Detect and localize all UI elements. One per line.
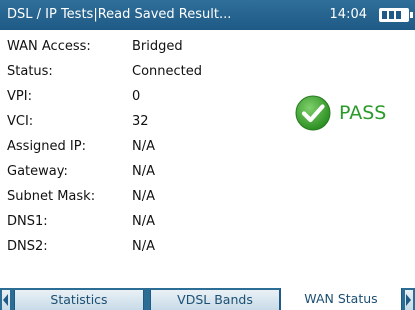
tab-statistics[interactable]: Statistics [14, 290, 144, 310]
field-label: DNS2: [7, 239, 48, 254]
result-text: PASS [339, 102, 387, 124]
field-label: Gateway: [7, 164, 68, 179]
field-value: Connected [132, 64, 203, 79]
tab-wan-status[interactable]: WAN Status [280, 288, 402, 310]
field-label: WAN Access: [7, 39, 91, 54]
field-label: Status: [7, 64, 53, 79]
check-circle-icon [295, 95, 331, 131]
scroll-right-arrow-icon[interactable] [405, 290, 413, 310]
pass-indicator: PASS [295, 93, 410, 133]
tab-vdsl-bands[interactable]: VDSL Bands [150, 290, 280, 310]
field-value: N/A [132, 214, 155, 229]
field-label: VCI: [7, 114, 34, 129]
field-label: Subnet Mask: [7, 189, 96, 204]
window-title: DSL / IP Tests|Read Saved Result... [7, 7, 232, 22]
field-value: N/A [132, 239, 155, 254]
field-value: N/A [132, 164, 155, 179]
field-value: Bridged [132, 39, 183, 54]
scroll-left-arrow-icon[interactable] [2, 290, 10, 310]
field-value: N/A [132, 139, 155, 154]
field-value: N/A [132, 189, 155, 204]
field-value: 0 [132, 89, 141, 104]
field-label: Assigned IP: [7, 139, 86, 154]
title-bar: DSL / IP Tests|Read Saved Result... 14:0… [0, 0, 415, 30]
tab-bar: Statistics VDSL Bands WAN Status [0, 288, 415, 310]
field-value: 32 [132, 114, 149, 129]
field-label: VPI: [7, 89, 32, 104]
field-label: DNS1: [7, 214, 48, 229]
battery-icon [379, 8, 413, 22]
clock: 14:04 [329, 7, 367, 22]
